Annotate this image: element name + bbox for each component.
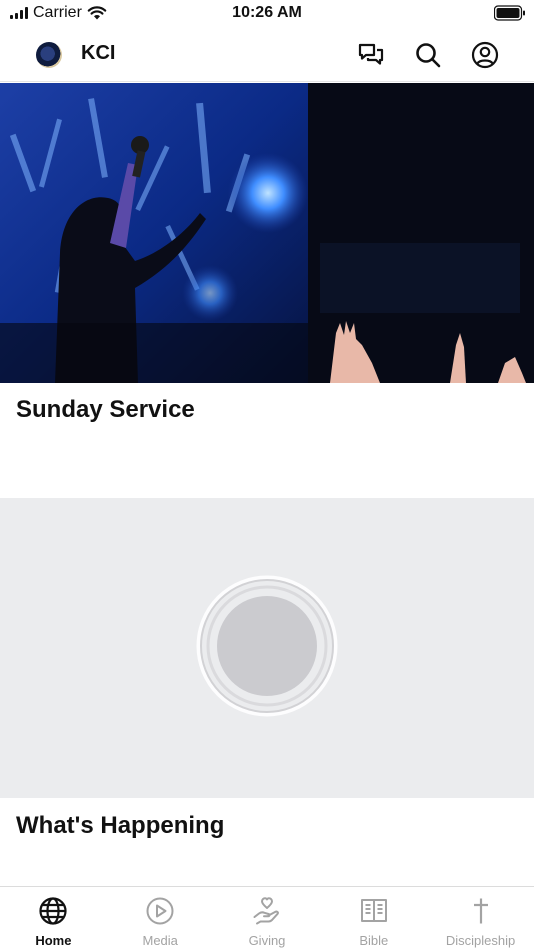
card-title[interactable]: Sunday Service [16, 396, 195, 424]
play-icon [146, 897, 174, 925]
app-header: KCI [0, 28, 534, 82]
tab-bar: Home Media Giving Bible Discipleship [0, 886, 534, 950]
tab-label: Home [35, 933, 72, 948]
tab-home[interactable]: Home [0, 887, 107, 950]
search-icon[interactable] [413, 40, 443, 70]
battery-icon [493, 5, 526, 26]
tab-label: Giving [248, 933, 286, 948]
cross-icon [473, 898, 488, 924]
tab-giving[interactable]: Giving [214, 887, 321, 950]
status-time: 10:26 AM [232, 4, 302, 21]
tab-label: Discipleship [445, 933, 516, 948]
status-bar: Carrier 10:26 AM [0, 0, 534, 28]
globe-icon [39, 897, 67, 925]
tab-label: Media [142, 933, 178, 948]
tab-media[interactable]: Media [107, 887, 214, 950]
chat-icon[interactable] [356, 40, 386, 70]
giving-icon [253, 897, 279, 925]
tab-label: Bible [359, 933, 389, 948]
tab-bible[interactable]: Bible [320, 887, 427, 950]
sunday-service-image[interactable] [0, 83, 534, 383]
whats-happening-image[interactable] [0, 498, 534, 798]
card-title[interactable]: What's Happening [16, 812, 224, 840]
app-title: KCI [81, 42, 116, 64]
profile-icon[interactable] [470, 40, 500, 70]
book-icon [360, 899, 387, 922]
church-logo[interactable] [36, 42, 62, 68]
tab-discipleship[interactable]: Discipleship [427, 887, 534, 950]
